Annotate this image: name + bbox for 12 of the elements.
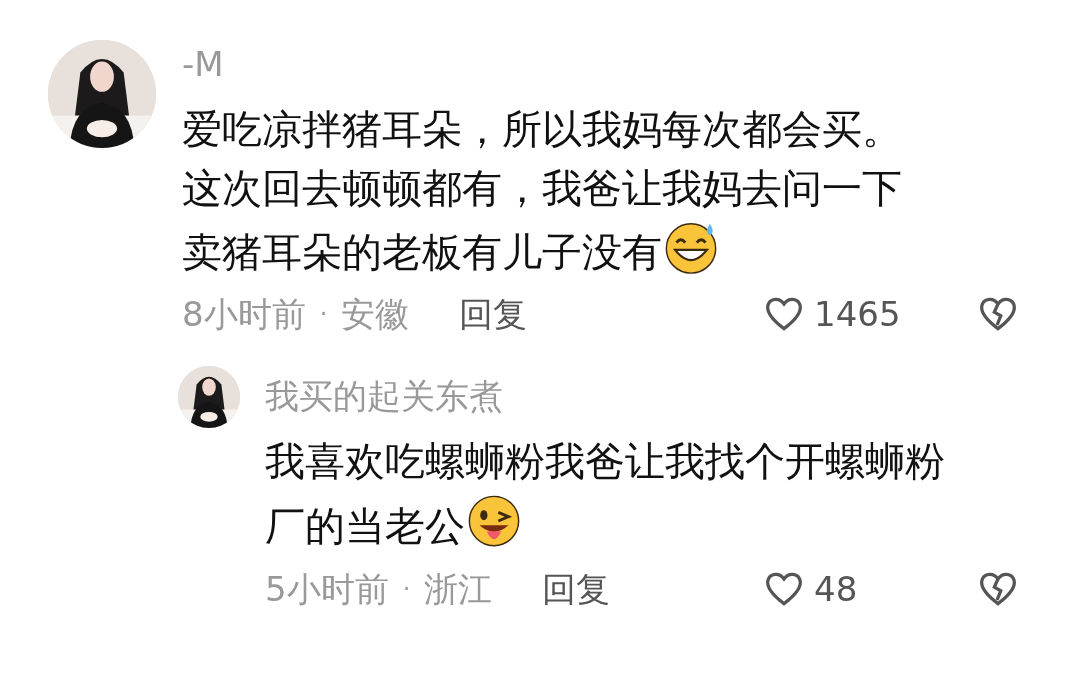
timestamp: 8小时前 xyxy=(182,293,306,336)
reply-button[interactable]: 回复 xyxy=(459,292,528,336)
timestamp: 5小时前 xyxy=(265,568,389,611)
reply-button[interactable]: 回复 xyxy=(542,567,611,611)
comment-text: 我喜欢吃螺蛳粉我爸让我找个开螺蛳粉 厂的当老公 xyxy=(265,437,945,552)
comment-text: 爱吃凉拌猪耳朵，所以我妈每次都会买。 这次回去顿顿都有，我爸让我妈去问一下 卖猪耳朵的老板有儿子没有 xyxy=(182,105,902,278)
separator-dot: · xyxy=(319,299,328,330)
separator-dot: · xyxy=(402,574,411,605)
like-count: 1465 xyxy=(814,293,902,336)
location: 浙江 xyxy=(424,568,493,611)
location: 安徽 xyxy=(341,293,410,336)
like-count: 48 xyxy=(814,568,859,611)
